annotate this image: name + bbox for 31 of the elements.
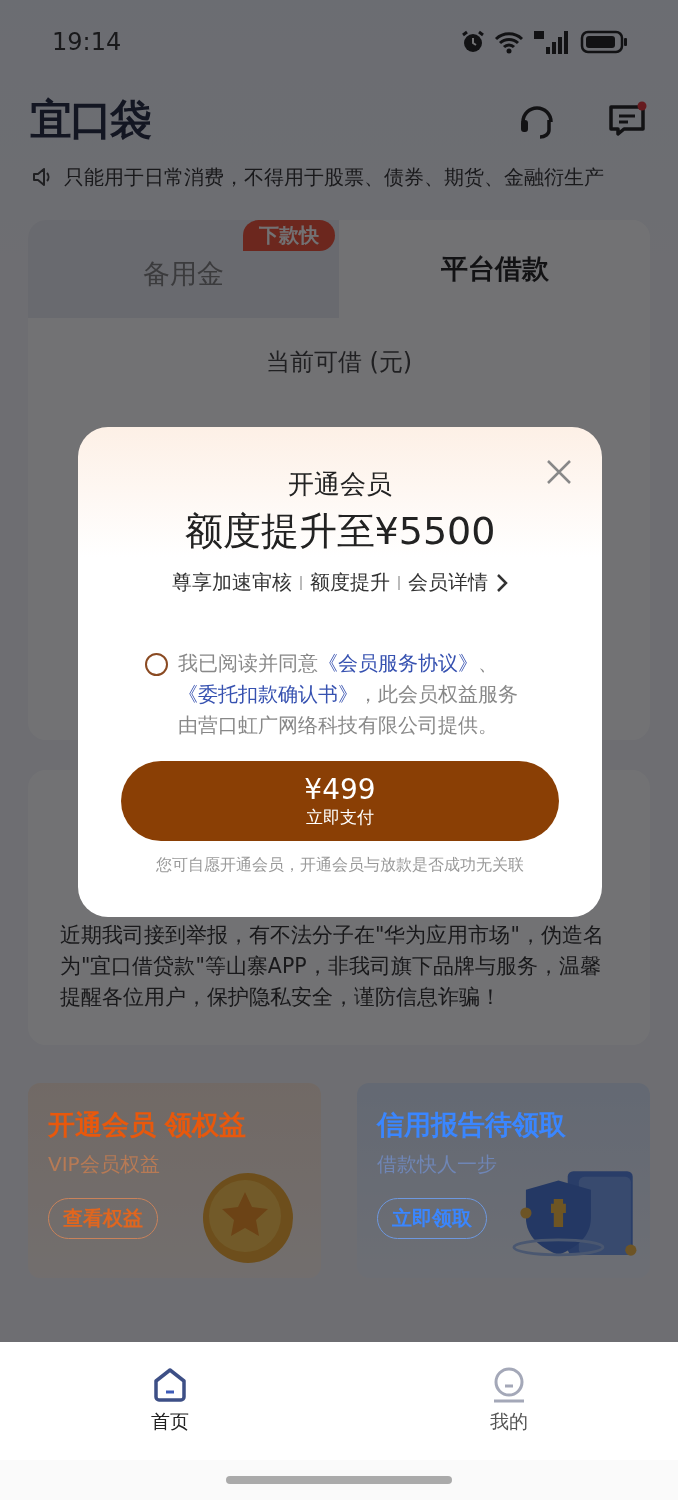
promo-subtitle: 借款快人一步 <box>377 1151 497 1178</box>
tab-badge: 下款快 <box>243 220 335 251</box>
wifi-icon <box>494 30 524 54</box>
dialog-headline: 额度提升至¥5500 <box>184 508 496 555</box>
nav-tab[interactable]: 首页 <box>150 1367 189 1435</box>
promo-title: 开通会员 领权益 <box>48 1108 247 1142</box>
app-logo: 宜口袋 <box>30 94 150 146</box>
pay-button[interactable]: ¥499 立即支付 <box>121 761 559 841</box>
promo-subtitle: VIP会员权益 <box>48 1151 160 1178</box>
close-button[interactable] <box>546 459 572 485</box>
speaker-icon <box>32 166 52 188</box>
agreement-text: 我已阅读并同意《会员服务协议》、 《委托扣款确认书》，此会员权益服务由营口虹广网络科技有限公司提供。 <box>178 651 519 739</box>
agreement-link[interactable]: 《委托扣款确认书》 <box>178 683 358 706</box>
dialog-footnote: 您可自愿开通会员，开通会员与放款是否成功无关联 <box>156 855 524 876</box>
alarm-icon <box>460 29 486 55</box>
home-icon <box>151 1367 188 1403</box>
feature-label: 尊享加速审核 <box>172 569 292 596</box>
message-icon[interactable] <box>608 101 648 139</box>
warning-text: 近期我司接到举报，有不法分子在"华为应用市场"，伪造名为"宜口借贷款"等山寨APP，非我司旗下品牌与服务，温馨提醒各位用户，保护隐私安全，谨防信息诈骗！ <box>60 922 605 1011</box>
agreement-link[interactable]: 《会员服务协议》 <box>318 652 478 675</box>
feature-label: 会员详情 <box>408 569 488 596</box>
agree-checkbox[interactable] <box>145 653 168 676</box>
credit-label: 当前可借 (元) <box>264 347 414 378</box>
battery-icon <box>580 29 628 55</box>
dialog-title: 开通会员 <box>288 468 392 501</box>
status-time: 19:14 <box>52 28 122 56</box>
nav-tab[interactable]: 我的 <box>489 1367 528 1435</box>
promo-title: 信用报告待领取 <box>377 1108 566 1142</box>
chevron-icon[interactable] <box>496 572 508 593</box>
feature-label: 额度提升 <box>310 569 390 596</box>
notice-text: 只能用于日常消费，不得用于股票、债券、期货、金融衍生产 <box>64 163 604 191</box>
